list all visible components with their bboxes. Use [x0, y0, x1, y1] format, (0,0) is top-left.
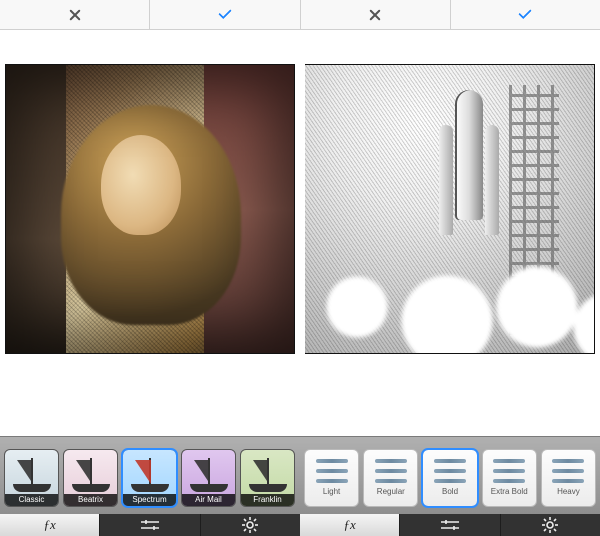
tab-adjust[interactable] [100, 514, 200, 536]
filter-airmail[interactable]: Air Mail [181, 449, 236, 507]
intensity-label: Extra Bold [491, 487, 528, 496]
intensity-regular[interactable]: Regular [363, 449, 418, 507]
waves-icon [316, 459, 348, 483]
sliders-icon [440, 519, 460, 531]
intensity-strip[interactable]: Light Regular Bold Extra Bold Heavy [300, 436, 600, 514]
filter-franklin[interactable]: Franklin [240, 449, 295, 507]
left-confirm-button[interactable] [150, 0, 300, 29]
intensity-label: Regular [377, 487, 405, 496]
left-cancel-button[interactable] [0, 0, 150, 29]
filter-label: Spectrum [123, 494, 176, 506]
right-toolbar: Light Regular Bold Extra Bold Heavy ƒx [300, 436, 600, 536]
intensity-bold[interactable]: Bold [422, 449, 477, 507]
intensity-heavy[interactable]: Heavy [541, 449, 596, 507]
waves-icon [375, 459, 407, 483]
tab-fx[interactable]: ƒx [300, 514, 400, 536]
tab-brightness[interactable] [501, 514, 600, 536]
intensity-label: Light [323, 487, 340, 496]
fx-icon: ƒx [44, 517, 56, 533]
right-tab-row: ƒx [300, 514, 600, 536]
filter-spectrum[interactable]: Spectrum [122, 449, 177, 507]
sun-icon [542, 517, 558, 533]
sun-icon [242, 517, 258, 533]
filter-label: Franklin [241, 494, 294, 506]
intensity-extra-bold[interactable]: Extra Bold [482, 449, 537, 507]
waves-icon [552, 459, 584, 483]
tab-brightness[interactable] [201, 514, 300, 536]
waves-icon [434, 459, 466, 483]
filter-classic[interactable]: Classic [4, 449, 59, 507]
intensity-label: Heavy [557, 487, 580, 496]
filter-label: Classic [5, 494, 58, 506]
fx-icon: ƒx [344, 517, 356, 533]
check-icon [517, 9, 533, 21]
preview-stage [0, 30, 600, 436]
tab-fx[interactable]: ƒx [0, 514, 100, 536]
close-icon [69, 9, 81, 21]
waves-icon [493, 459, 525, 483]
close-icon [369, 9, 381, 21]
left-pane [0, 64, 300, 436]
right-cancel-button[interactable] [301, 0, 451, 29]
bottom-toolbars: Classic Beatrix Spectrum Air Mail Frankl… [0, 436, 600, 536]
left-toolbar: Classic Beatrix Spectrum Air Mail Frankl… [0, 436, 300, 536]
intensity-light[interactable]: Light [304, 449, 359, 507]
left-image-preview[interactable] [5, 64, 295, 354]
check-icon [217, 9, 233, 21]
filter-beatrix[interactable]: Beatrix [63, 449, 118, 507]
filter-strip[interactable]: Classic Beatrix Spectrum Air Mail Frankl… [0, 436, 300, 514]
left-tab-row: ƒx [0, 514, 300, 536]
filter-label: Air Mail [182, 494, 235, 506]
right-pane [300, 64, 600, 436]
top-action-bar [0, 0, 600, 30]
filter-label: Beatrix [64, 494, 117, 506]
tab-adjust[interactable] [400, 514, 500, 536]
intensity-label: Bold [442, 487, 458, 496]
right-image-preview[interactable] [305, 64, 595, 354]
right-confirm-button[interactable] [451, 0, 600, 29]
sliders-icon [140, 519, 160, 531]
